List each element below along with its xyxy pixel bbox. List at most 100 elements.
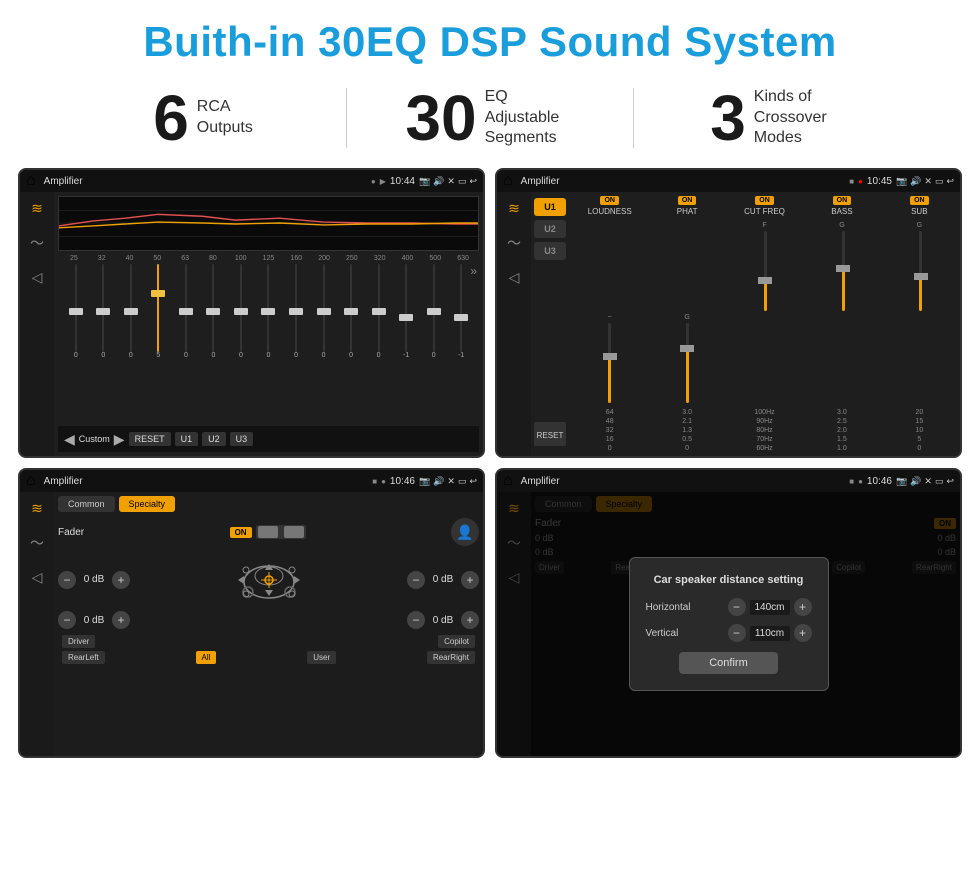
- fader-label-all[interactable]: All: [196, 651, 217, 664]
- back-icon-1[interactable]: ↩: [469, 176, 477, 187]
- amp-preset-u2[interactable]: U2: [534, 220, 566, 238]
- eq-play-btn[interactable]: ▶: [114, 431, 125, 448]
- amp-preset-u1[interactable]: U1: [534, 198, 566, 216]
- dialog-horizontal-minus[interactable]: −: [728, 598, 746, 616]
- eq-slider-8[interactable]: 0: [282, 264, 310, 359]
- volume-icon-4: 🔊: [910, 476, 921, 487]
- eq-slider-2[interactable]: 0: [117, 264, 145, 359]
- home-icon-4[interactable]: ⌂: [503, 472, 513, 490]
- side-icons-2: ≋ 〜 ◁: [497, 192, 531, 456]
- fader-label-driver[interactable]: Driver: [62, 635, 95, 648]
- fader-rl-plus[interactable]: +: [112, 611, 130, 629]
- amp-reset-btn[interactable]: RESET: [534, 422, 566, 446]
- amp-channel-loudness: ON LOUDNESS ~ 64 48 32: [573, 196, 646, 452]
- fader-on-badge[interactable]: ON: [230, 527, 252, 538]
- amp-presets: U1 U2 U3 RESET: [531, 192, 569, 456]
- amp-channel-cutfreq: ON CUT FREQ F 100Hz 90Hz 80Hz 70Hz 60Hz: [728, 196, 801, 452]
- fader-speaker-rl: − 0 dB +: [58, 611, 130, 629]
- back-icon-3[interactable]: ↩: [469, 476, 477, 487]
- freq-200: 200: [310, 255, 338, 262]
- fader-label-rearright[interactable]: RearRight: [427, 651, 475, 664]
- fader-rl-minus[interactable]: −: [58, 611, 76, 629]
- fader-main-area: Common Specialty Fader ON �: [54, 492, 483, 756]
- dialog-confirm-button[interactable]: Confirm: [679, 652, 778, 674]
- fader-label-copilot[interactable]: Copilot: [438, 635, 475, 648]
- fader-fl-minus[interactable]: −: [58, 571, 76, 589]
- volume-side-icon[interactable]: ◁: [32, 269, 43, 286]
- eq-reset-btn[interactable]: RESET: [129, 432, 171, 446]
- amp-channel-bass: ON BASS G 3.0 2.5 2.0 1.5 1.0: [805, 196, 878, 452]
- eq-u1-btn[interactable]: U1: [175, 432, 199, 446]
- eq-slider-5[interactable]: 0: [200, 264, 228, 359]
- volume-side-icon-3[interactable]: ◁: [32, 569, 43, 586]
- amp-sub-toggle[interactable]: ON: [910, 196, 929, 205]
- eq-slider-4[interactable]: 0: [172, 264, 200, 359]
- screen1-title: Amplifier: [44, 176, 367, 187]
- amp-channel-sub: ON SUB G 20 15 10 5 0: [883, 196, 956, 452]
- wave-side-icon[interactable]: 〜: [30, 233, 44, 253]
- home-icon-1[interactable]: ⌂: [26, 172, 36, 190]
- back-icon-2[interactable]: ↩: [946, 176, 954, 187]
- rect-icon-1: ▭: [458, 176, 467, 187]
- fader-label-row2: RearLeft All User RearRight: [58, 651, 479, 664]
- amp-loudness-toggle[interactable]: ON: [600, 196, 619, 205]
- fader-fr-plus[interactable]: +: [461, 571, 479, 589]
- fader-fr-minus[interactable]: −: [407, 571, 425, 589]
- eq-side-icon[interactable]: ≋: [31, 200, 43, 217]
- fader-settings-btn[interactable]: 👤: [451, 518, 479, 546]
- fader-speakers-row2: − 0 dB + − 0 dB +: [58, 611, 479, 629]
- dialog-vertical-minus[interactable]: −: [728, 624, 746, 642]
- volume-side-icon-2[interactable]: ◁: [509, 269, 520, 286]
- eq-side-icon-2[interactable]: ≋: [508, 200, 520, 217]
- eq-slider-0[interactable]: 0: [62, 264, 90, 359]
- fader-label-user[interactable]: User: [307, 651, 336, 664]
- screen4-time: 10:46: [867, 476, 892, 487]
- fader-label: Fader: [58, 527, 84, 538]
- eq-bottom-bar: ◀ Custom ▶ RESET U1 U2 U3: [58, 426, 479, 452]
- amp-cutfreq-toggle[interactable]: ON: [755, 196, 774, 205]
- amp-preset-u3[interactable]: U3: [534, 242, 566, 260]
- freq-250: 250: [338, 255, 366, 262]
- fader-tab-common[interactable]: Common: [58, 496, 115, 512]
- eq-slider-9[interactable]: 0: [310, 264, 338, 359]
- statusbar-1: ⌂ Amplifier ● ▶ 10:44 📷 🔊 ✕ ▭ ↩: [20, 170, 483, 192]
- stat-crossover: 3 Kinds ofCrossover Modes: [634, 86, 920, 150]
- fader-speaker-rr: − 0 dB +: [407, 611, 479, 629]
- eq-slider-11[interactable]: 0: [365, 264, 393, 359]
- eq-nav-arrows[interactable]: »: [468, 262, 479, 280]
- fader-tab-specialty[interactable]: Specialty: [119, 496, 176, 512]
- eq-slider-7[interactable]: 0: [255, 264, 283, 359]
- rec-icon-2: ●: [858, 177, 863, 186]
- fader-label-rearleft[interactable]: RearLeft: [62, 651, 105, 664]
- fader-rr-plus[interactable]: +: [461, 611, 479, 629]
- eq-slider-1[interactable]: 0: [90, 264, 118, 359]
- amp-phat-toggle[interactable]: ON: [678, 196, 697, 205]
- eq-prev-btn[interactable]: ◀: [64, 431, 75, 448]
- wave-side-icon-3[interactable]: 〜: [30, 533, 44, 553]
- amp-bass-toggle[interactable]: ON: [833, 196, 852, 205]
- dialog-horizontal-row: Horizontal − 140cm +: [646, 598, 812, 616]
- wave-side-icon-2[interactable]: 〜: [507, 233, 521, 253]
- back-icon-4[interactable]: ↩: [946, 476, 954, 487]
- eq-slider-3[interactable]: 5: [145, 264, 173, 359]
- rect-icon-3: ▭: [458, 476, 467, 487]
- dialog-horizontal-plus[interactable]: +: [794, 598, 812, 616]
- amp-bass-label: BASS: [831, 207, 852, 216]
- stat-crossover-number: 3: [710, 86, 746, 150]
- eq-slider-13[interactable]: 0: [420, 264, 448, 359]
- eq-slider-12[interactable]: -1: [392, 264, 420, 359]
- eq-slider-6[interactable]: 0: [227, 264, 255, 359]
- eq-side-icon-3[interactable]: ≋: [31, 500, 43, 517]
- home-icon-2[interactable]: ⌂: [503, 172, 513, 190]
- eq-u2-btn[interactable]: U2: [202, 432, 226, 446]
- fader-rr-minus[interactable]: −: [407, 611, 425, 629]
- eq-main-area: 25 32 40 50 63 80 100 125 160 200 250 32…: [54, 192, 483, 456]
- fader-bar[interactable]: [256, 525, 306, 539]
- screen2-content: ≋ 〜 ◁ U1 U2 U3 RESET: [497, 192, 960, 456]
- home-icon-3[interactable]: ⌂: [26, 472, 36, 490]
- dialog-vertical-plus[interactable]: +: [794, 624, 812, 642]
- eq-slider-10[interactable]: 0: [337, 264, 365, 359]
- fader-fl-plus[interactable]: +: [112, 571, 130, 589]
- screen3-content: ≋ 〜 ◁ Common Specialty Fader ON: [20, 492, 483, 756]
- eq-u3-btn[interactable]: U3: [230, 432, 254, 446]
